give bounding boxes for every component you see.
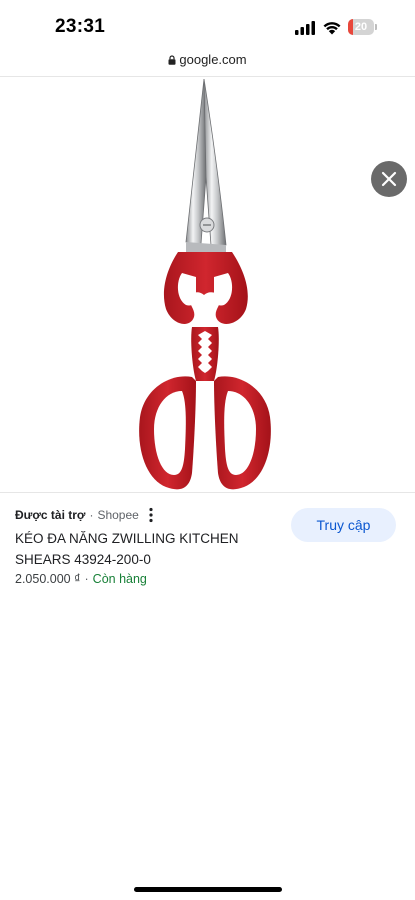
image-viewer (0, 77, 415, 492)
home-indicator[interactable] (134, 887, 282, 892)
product-price: 2.050.000 ₫ (15, 572, 81, 586)
sponsored-label: Được tài trợ (15, 508, 86, 522)
status-bar: 23:31 20 (0, 0, 415, 52)
status-time: 23:31 (55, 16, 106, 37)
store-name: Shopee (97, 508, 139, 522)
phone-screen: 23:31 20 google.com Được tài trợ · Shope… (0, 0, 415, 900)
wifi-icon (323, 22, 341, 35)
content-divider (0, 492, 415, 493)
battery-level: 20 (354, 21, 368, 33)
kitchen-shears-image (139, 78, 271, 490)
battery-body: 20 (348, 19, 374, 35)
url-domain: google.com (179, 52, 247, 67)
availability-status: Còn hàng (92, 572, 147, 586)
battery-cap (375, 24, 377, 30)
separator: · (89, 508, 94, 522)
price-row: 2.050.000 ₫ · Còn hàng (15, 572, 147, 586)
lock-icon (168, 55, 176, 65)
close-button[interactable] (371, 161, 407, 197)
signal-icon (295, 21, 315, 35)
more-vert-icon[interactable] (145, 506, 157, 524)
product-title[interactable]: KÉO ĐA NĂNG ZWILLING KITCHEN SHEARS 4392… (15, 528, 265, 570)
url-bar[interactable]: google.com (0, 52, 415, 76)
visit-button[interactable]: Truy cập (291, 508, 396, 542)
sponsor-row: Được tài trợ · Shopee (15, 508, 139, 522)
close-icon (381, 171, 397, 187)
battery-icon: 20 (348, 19, 378, 35)
separator: · (84, 572, 89, 586)
